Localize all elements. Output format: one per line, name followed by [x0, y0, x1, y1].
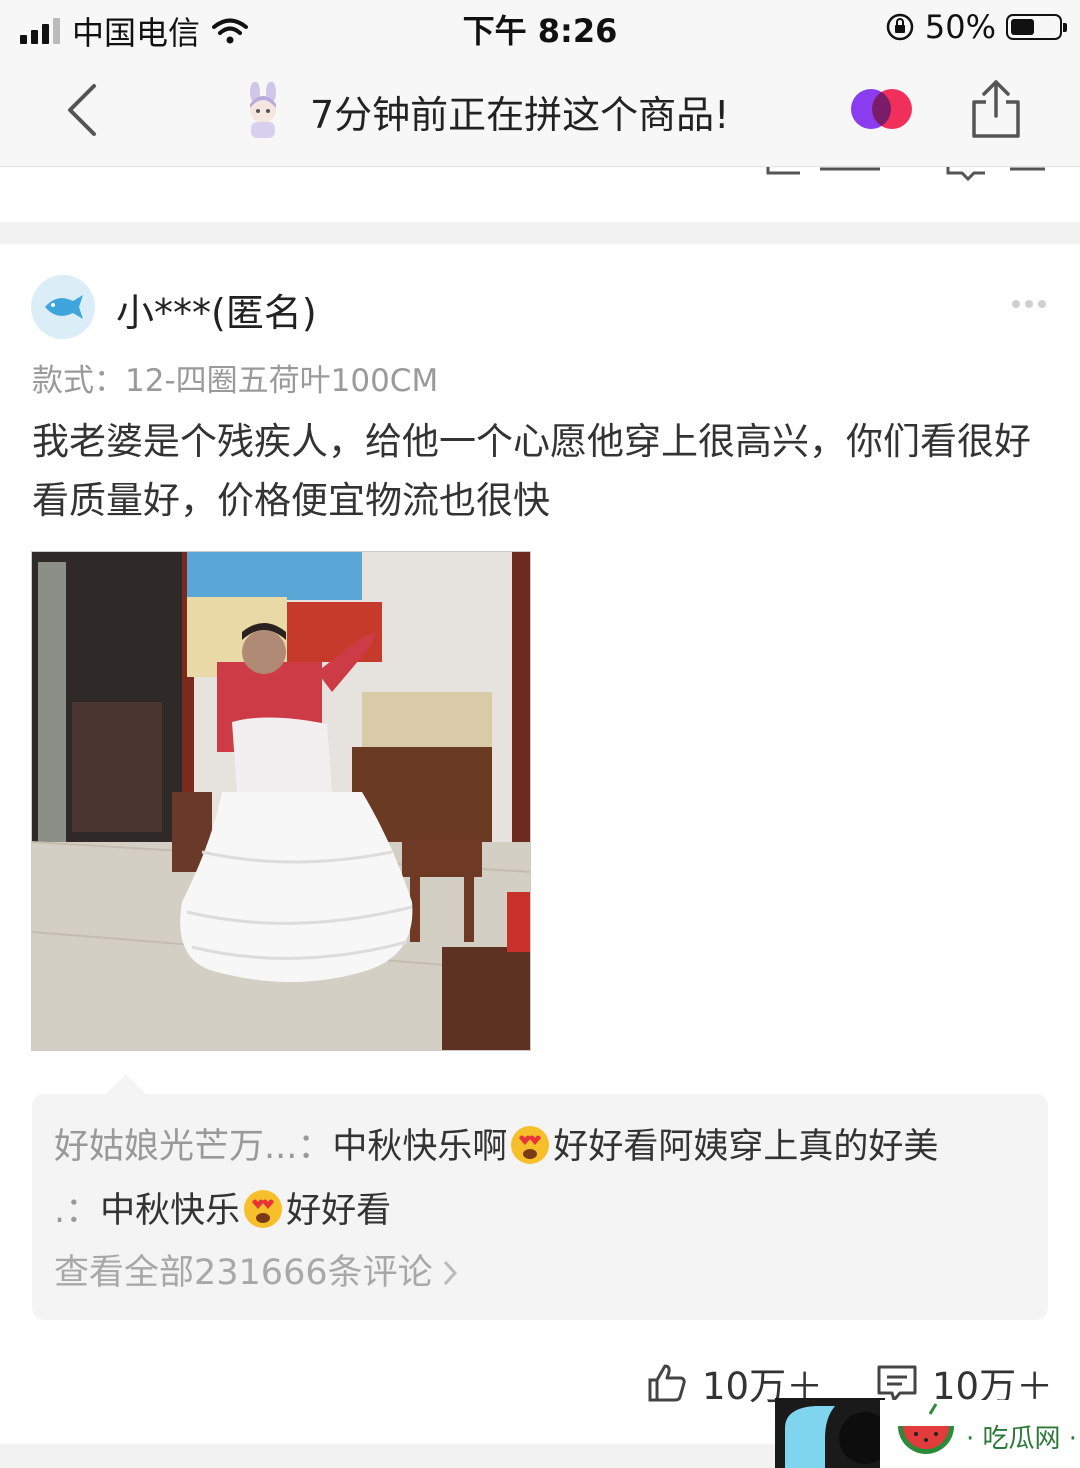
comment-author: .： — [54, 1191, 101, 1231]
bottom-divider — [0, 1444, 775, 1468]
share-icon[interactable] — [968, 78, 1024, 140]
back-icon[interactable] — [60, 80, 108, 140]
shopper-avatar — [250, 82, 276, 138]
comment-author: 好姑娘光芒万...： — [54, 1127, 333, 1167]
chevron-right-icon — [443, 1260, 457, 1286]
fish-icon — [31, 275, 95, 339]
watermelon-icon — [898, 1403, 954, 1454]
user-avatar[interactable] — [31, 275, 95, 339]
watermark-graphic — [775, 1398, 885, 1468]
battery-percentage: 50% — [924, 8, 996, 46]
heart-eyes-emoji-icon — [511, 1126, 550, 1164]
more-options-icon[interactable] — [1012, 300, 1046, 308]
comment-text-cont: 好好看 — [286, 1191, 392, 1231]
comment-item[interactable]: .：中秋快乐 好好看 — [54, 1182, 391, 1233]
pinduoduo-logo-icon[interactable] — [848, 86, 918, 132]
nav-title: 7分钟前正在拼这个商品! — [310, 93, 730, 137]
section-divider — [0, 222, 1080, 244]
comment-text: 中秋快乐啊 — [332, 1127, 508, 1167]
product-spec: 款式：12-四圈五荷叶100CM — [32, 363, 439, 399]
comment-text-cont: 好好看阿姨穿上真的好美 — [553, 1127, 939, 1167]
status-bar: 中国电信 下午 8:26 50% — [0, 0, 1080, 56]
comment-text: 中秋快乐 — [100, 1191, 241, 1231]
review-photo[interactable] — [31, 551, 531, 1051]
view-all-comments-link[interactable]: 查看全部231666条评论 — [54, 1244, 459, 1295]
thumbs-up-icon — [648, 1364, 686, 1402]
comments-box[interactable]: 好姑娘光芒万...：中秋快乐啊 好好看阿姨穿上真的好美 .：中秋快乐 好好看 查看全… — [32, 1074, 1048, 1320]
battery-icon — [1006, 14, 1067, 40]
previous-actions-icons — [766, 167, 1045, 182]
review-text: 我老婆是个残疾人，给他一个心愿他穿上很高兴，你们看很好看质量好，价格便宜物流也很… — [32, 420, 1031, 522]
view-all-label: 查看全部231666条评论 — [54, 1253, 433, 1293]
watermark-text: · 吃瓜网 · — [966, 1424, 1078, 1454]
nav-bar: 7分钟前正在拼这个商品! — [0, 56, 1080, 167]
rotation-lock-icon — [886, 13, 914, 41]
reviewer-name[interactable]: 小***(匿名) — [116, 282, 317, 337]
comment-item[interactable]: 好姑娘光芒万...：中秋快乐啊 好好看阿姨穿上真的好美 — [54, 1118, 938, 1169]
previous-review-footer — [0, 167, 1080, 222]
heart-eyes-emoji-icon — [244, 1190, 283, 1228]
status-right: 50% — [885, 8, 1067, 46]
